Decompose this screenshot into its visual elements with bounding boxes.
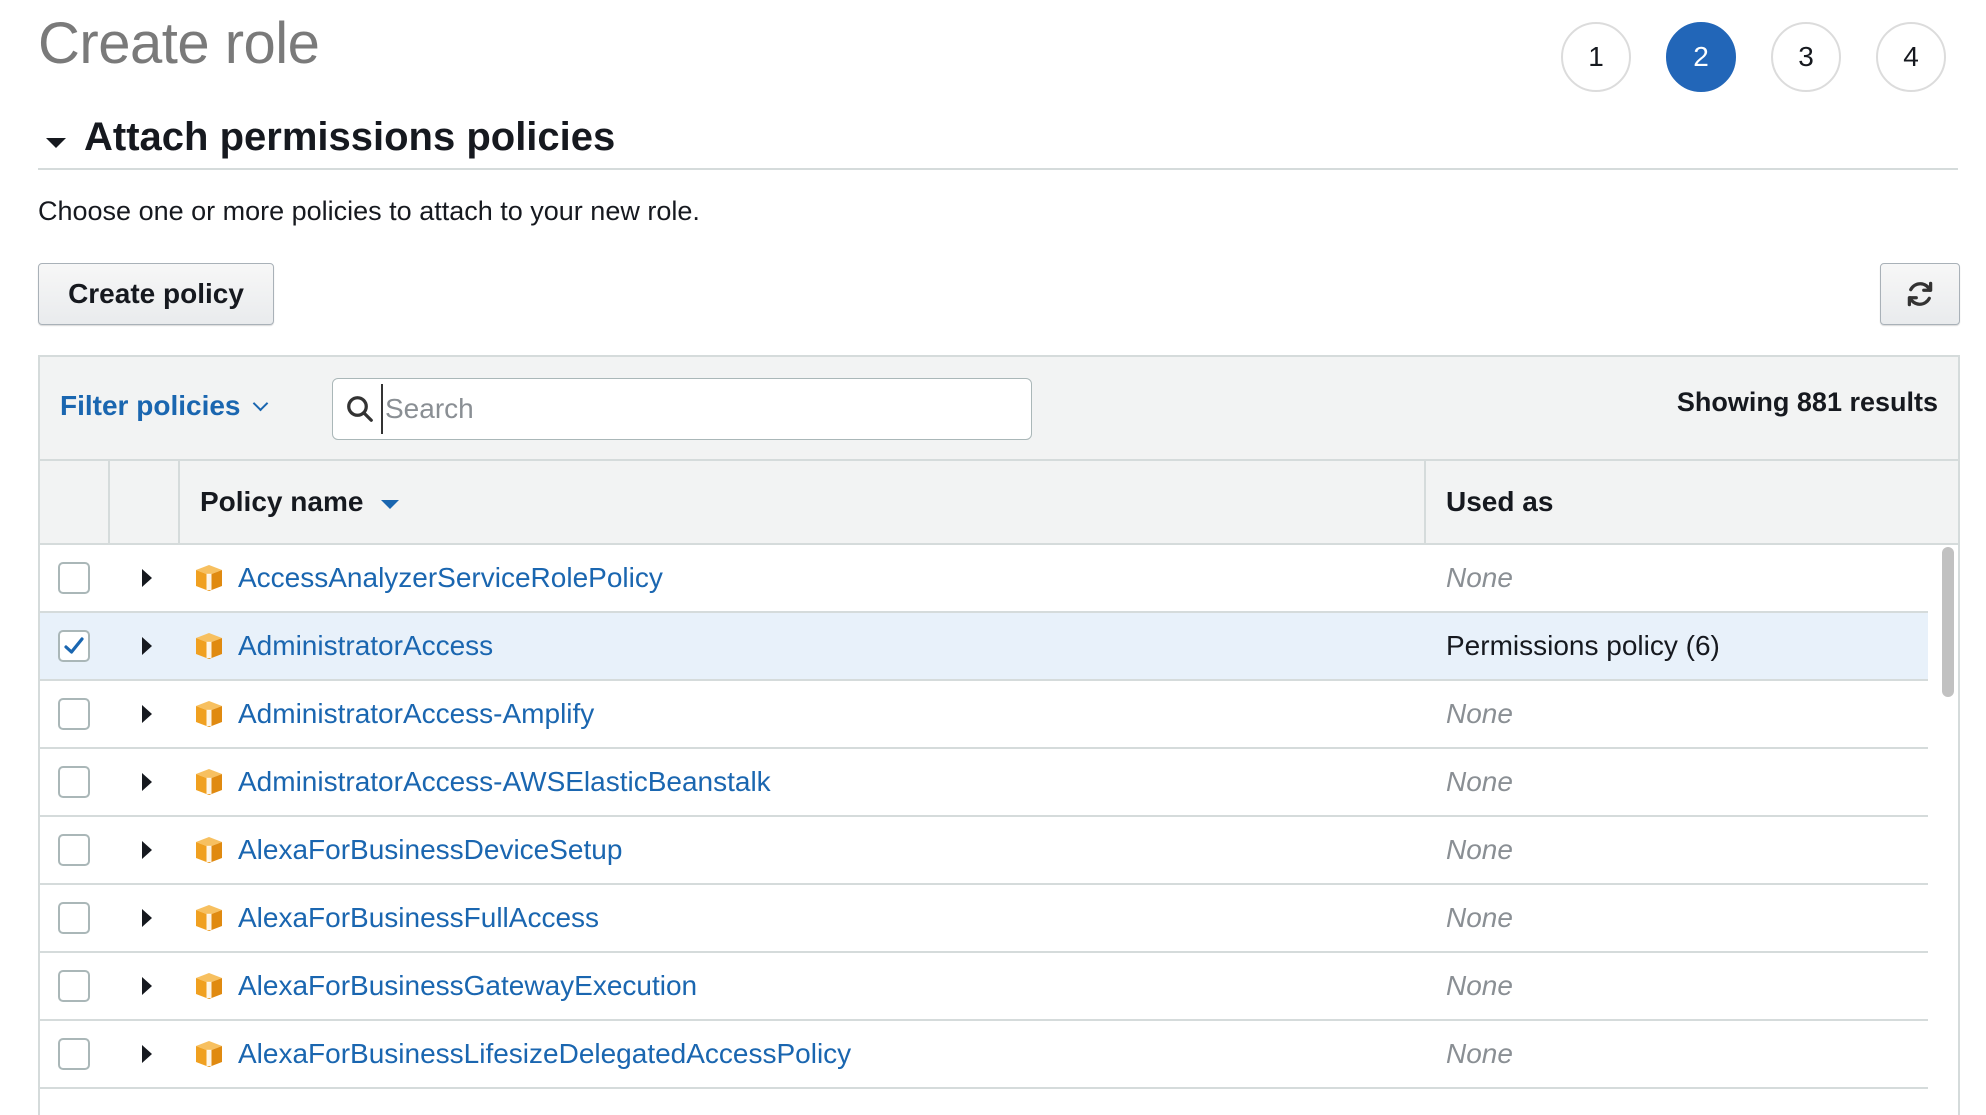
section-title: Attach permissions policies	[84, 115, 616, 159]
table-row[interactable]: AdministratorAccess-Amplify None	[40, 681, 1928, 749]
step-2[interactable]: 2	[1666, 22, 1736, 92]
step-1[interactable]: 1	[1561, 22, 1631, 92]
filter-bar: Filter policies Showing 881 results	[40, 357, 1958, 461]
aws-policy-cube-icon	[194, 631, 224, 661]
table-row[interactable]: AlexaForBusinessFullAccess None	[40, 885, 1928, 953]
header-used-as[interactable]: Used as	[1426, 461, 1958, 543]
section-header[interactable]: Attach permissions policies	[38, 112, 1958, 170]
expand-caret-icon[interactable]	[142, 909, 152, 927]
table-row[interactable]: AlexaForBusinessDeviceSetup None	[40, 817, 1928, 885]
used-as-value: None	[1446, 698, 1513, 729]
aws-policy-cube-icon	[194, 699, 224, 729]
table-row[interactable]: AccessAnalyzerServiceRolePolicy None	[40, 545, 1928, 613]
expand-caret-icon[interactable]	[142, 1045, 152, 1063]
sort-caret-icon	[381, 499, 400, 509]
used-as-header-label: Used as	[1446, 486, 1554, 517]
table-row[interactable]: AdministratorAccess-AWSElasticBeanstalk …	[40, 749, 1928, 817]
row-checkbox[interactable]	[58, 1038, 90, 1070]
expand-caret-icon[interactable]	[142, 569, 152, 587]
header-policy-name[interactable]: Policy name	[180, 461, 1426, 543]
table-header: Policy name Used as	[40, 461, 1958, 545]
search-box[interactable]	[332, 378, 1032, 440]
table-row[interactable]: AlexaForBusinessLifesizeDelegatedAccessP…	[40, 1021, 1928, 1089]
row-checkbox[interactable]	[58, 902, 90, 934]
policy-name-link[interactable]: AdministratorAccess-Amplify	[238, 698, 594, 730]
scrollbar[interactable]	[1940, 547, 1956, 1115]
header-expand-cell	[110, 461, 180, 543]
used-as-value: Permissions policy (6)	[1446, 630, 1720, 661]
aws-policy-cube-icon	[194, 971, 224, 1001]
section-description: Choose one or more policies to attach to…	[38, 196, 700, 226]
used-as-value: None	[1446, 562, 1513, 593]
checkmark-icon	[64, 637, 84, 654]
filter-policies-dropdown[interactable]: Filter policies	[60, 390, 268, 422]
policy-name-link[interactable]: AdministratorAccess-AWSElasticBeanstalk	[238, 766, 771, 798]
aws-policy-cube-icon	[194, 1039, 224, 1069]
used-as-value: None	[1446, 902, 1513, 933]
aws-policy-cube-icon	[194, 563, 224, 593]
caret-down-icon	[46, 138, 66, 148]
filter-policies-label: Filter policies	[60, 390, 241, 421]
row-checkbox[interactable]	[58, 562, 90, 594]
used-as-value: None	[1446, 766, 1513, 797]
aws-policy-cube-icon	[194, 903, 224, 933]
policy-name-header-label: Policy name	[200, 486, 364, 517]
header-checkbox-cell	[40, 461, 110, 543]
refresh-button[interactable]	[1880, 263, 1960, 325]
used-as-value: None	[1446, 970, 1513, 1001]
expand-caret-icon[interactable]	[142, 637, 152, 655]
expand-caret-icon[interactable]	[142, 773, 152, 791]
policy-name-link[interactable]: AccessAnalyzerServiceRolePolicy	[238, 562, 663, 594]
search-icon	[345, 394, 375, 424]
policies-table: Filter policies Showing 881 results Poli…	[38, 355, 1960, 1115]
policy-name-link[interactable]: AlexaForBusinessFullAccess	[238, 902, 599, 934]
table-row[interactable]: AlexaForBusinessGatewayExecution None	[40, 953, 1928, 1021]
row-checkbox[interactable]	[58, 766, 90, 798]
policy-name-sort: Policy name	[180, 486, 400, 518]
chevron-down-icon	[252, 395, 268, 411]
policy-name-link[interactable]: AlexaForBusinessGatewayExecution	[238, 970, 697, 1002]
policy-name-link[interactable]: AlexaForBusinessLifesizeDelegatedAccessP…	[238, 1038, 851, 1070]
used-as-value: None	[1446, 834, 1513, 865]
page-title: Create role	[38, 11, 320, 76]
table-row[interactable]: AdministratorAccess Permissions policy (…	[40, 613, 1928, 681]
row-checkbox[interactable]	[58, 698, 90, 730]
create-policy-button[interactable]: Create policy	[38, 263, 274, 325]
aws-policy-cube-icon	[194, 767, 224, 797]
expand-caret-icon[interactable]	[142, 977, 152, 995]
policy-name-link[interactable]: AdministratorAccess	[238, 630, 493, 662]
aws-policy-cube-icon	[194, 835, 224, 865]
refresh-icon	[1905, 279, 1935, 309]
scrollbar-thumb[interactable]	[1942, 547, 1954, 697]
used-as-value: None	[1446, 1038, 1513, 1069]
row-checkbox[interactable]	[58, 630, 90, 662]
step-3[interactable]: 3	[1771, 22, 1841, 92]
results-count: Showing 881 results	[1676, 387, 1938, 417]
expand-caret-icon[interactable]	[142, 705, 152, 723]
expand-caret-icon[interactable]	[142, 841, 152, 859]
step-4[interactable]: 4	[1876, 22, 1946, 92]
table-body: AccessAnalyzerServiceRolePolicy None Adm…	[40, 545, 1958, 1089]
row-checkbox[interactable]	[58, 834, 90, 866]
wizard-steps: 1 2 3 4	[1561, 22, 1946, 92]
search-input[interactable]	[381, 384, 981, 434]
row-checkbox[interactable]	[58, 970, 90, 1002]
policy-name-link[interactable]: AlexaForBusinessDeviceSetup	[238, 834, 622, 866]
